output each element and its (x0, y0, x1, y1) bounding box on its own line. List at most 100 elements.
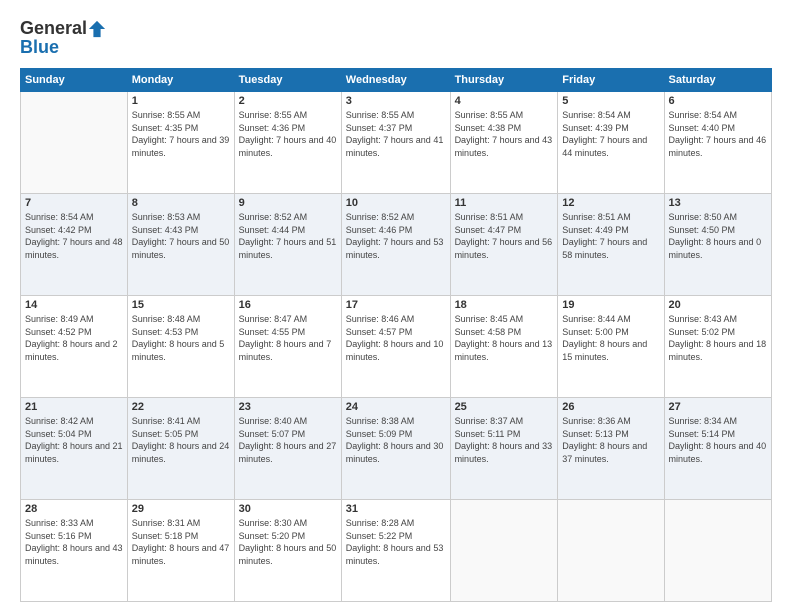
calendar-cell: 26 Sunrise: 8:36 AMSunset: 5:13 PMDayligh… (558, 398, 664, 500)
calendar-cell: 11 Sunrise: 8:51 AMSunset: 4:47 PMDayligh… (450, 194, 558, 296)
calendar-cell: 18 Sunrise: 8:45 AMSunset: 4:58 PMDayligh… (450, 296, 558, 398)
calendar-cell: 9 Sunrise: 8:52 AMSunset: 4:44 PMDaylight… (234, 194, 341, 296)
day-info: Sunrise: 8:54 AMSunset: 4:40 PMDaylight:… (669, 109, 767, 159)
day-info: Sunrise: 8:50 AMSunset: 4:50 PMDaylight:… (669, 211, 767, 261)
calendar-cell: 14 Sunrise: 8:49 AMSunset: 4:52 PMDayligh… (21, 296, 128, 398)
day-info: Sunrise: 8:41 AMSunset: 5:05 PMDaylight:… (132, 415, 230, 465)
calendar-cell: 6 Sunrise: 8:54 AMSunset: 4:40 PMDaylight… (664, 92, 771, 194)
day-info: Sunrise: 8:51 AMSunset: 4:47 PMDaylight:… (455, 211, 554, 261)
day-info: Sunrise: 8:54 AMSunset: 4:42 PMDaylight:… (25, 211, 123, 261)
calendar-cell: 17Sunrise: 8:46 AMSunset: 4:57 PMDayligh… (341, 296, 450, 398)
day-number: 11 (455, 197, 554, 209)
day-info: Sunrise: 8:30 AMSunset: 5:20 PMDaylight:… (239, 517, 337, 567)
logo-general: General (20, 18, 87, 39)
day-info: Sunrise: 8:36 AMSunset: 5:13 PMDaylight:… (562, 415, 659, 465)
day-number: 4 (455, 95, 554, 107)
day-header-wednesday: Wednesday (341, 69, 450, 92)
calendar-cell: 30Sunrise: 8:30 AMSunset: 5:20 PMDayligh… (234, 500, 341, 602)
day-info: Sunrise: 8:55 AMSunset: 4:38 PMDaylight:… (455, 109, 554, 159)
day-info: Sunrise: 8:47 AMSunset: 4:55 PMDaylight:… (239, 313, 337, 363)
calendar-cell: 7 Sunrise: 8:54 AMSunset: 4:42 PMDaylight… (21, 194, 128, 296)
day-number: 26 (562, 401, 659, 413)
day-info: Sunrise: 8:45 AMSunset: 4:58 PMDaylight:… (455, 313, 554, 363)
day-number: 18 (455, 299, 554, 311)
calendar-cell: 15 Sunrise: 8:48 AMSunset: 4:53 PMDayligh… (127, 296, 234, 398)
calendar-cell: 23Sunrise: 8:40 AMSunset: 5:07 PMDayligh… (234, 398, 341, 500)
day-number: 25 (455, 401, 554, 413)
calendar-cell: 28 Sunrise: 8:33 AMSunset: 5:16 PMDayligh… (21, 500, 128, 602)
calendar-cell: 27Sunrise: 8:34 AMSunset: 5:14 PMDayligh… (664, 398, 771, 500)
day-header-friday: Friday (558, 69, 664, 92)
day-number: 19 (562, 299, 659, 311)
calendar-cell: 29 Sunrise: 8:31 AMSunset: 5:18 PMDayligh… (127, 500, 234, 602)
day-info: Sunrise: 8:33 AMSunset: 5:16 PMDaylight:… (25, 517, 123, 567)
day-header-thursday: Thursday (450, 69, 558, 92)
calendar-cell: 1 Sunrise: 8:55 AMSunset: 4:35 PMDaylight… (127, 92, 234, 194)
day-number: 6 (669, 95, 767, 107)
calendar-cell (21, 92, 128, 194)
day-number: 29 (132, 503, 230, 515)
calendar-cell (664, 500, 771, 602)
logo-blue: Blue (20, 37, 59, 58)
day-number: 22 (132, 401, 230, 413)
day-number: 2 (239, 95, 337, 107)
calendar-cell (558, 500, 664, 602)
week-row-2: 7 Sunrise: 8:54 AMSunset: 4:42 PMDaylight… (21, 194, 772, 296)
calendar-cell: 16 Sunrise: 8:47 AMSunset: 4:55 PMDayligh… (234, 296, 341, 398)
calendar-cell: 8 Sunrise: 8:53 AMSunset: 4:43 PMDaylight… (127, 194, 234, 296)
week-row-3: 14 Sunrise: 8:49 AMSunset: 4:52 PMDayligh… (21, 296, 772, 398)
day-number: 31 (346, 503, 446, 515)
day-info: Sunrise: 8:55 AMSunset: 4:37 PMDaylight:… (346, 109, 446, 159)
calendar-cell: 21 Sunrise: 8:42 AMSunset: 5:04 PMDayligh… (21, 398, 128, 500)
day-header-monday: Monday (127, 69, 234, 92)
day-number: 21 (25, 401, 123, 413)
calendar-cell: 31 Sunrise: 8:28 AMSunset: 5:22 PMDayligh… (341, 500, 450, 602)
calendar-table: SundayMondayTuesdayWednesdayThursdayFrid… (20, 68, 772, 602)
calendar-cell: 24Sunrise: 8:38 AMSunset: 5:09 PMDayligh… (341, 398, 450, 500)
day-number: 14 (25, 299, 123, 311)
calendar-cell: 4 Sunrise: 8:55 AMSunset: 4:38 PMDaylight… (450, 92, 558, 194)
day-info: Sunrise: 8:52 AMSunset: 4:44 PMDaylight:… (239, 211, 337, 261)
day-number: 7 (25, 197, 123, 209)
day-number: 23 (239, 401, 337, 413)
day-info: Sunrise: 8:37 AMSunset: 5:11 PMDaylight:… (455, 415, 554, 465)
week-row-4: 21 Sunrise: 8:42 AMSunset: 5:04 PMDayligh… (21, 398, 772, 500)
day-number: 28 (25, 503, 123, 515)
day-number: 12 (562, 197, 659, 209)
day-number: 16 (239, 299, 337, 311)
week-row-1: 1 Sunrise: 8:55 AMSunset: 4:35 PMDaylight… (21, 92, 772, 194)
logo-icon (88, 20, 106, 38)
day-info: Sunrise: 8:49 AMSunset: 4:52 PMDaylight:… (25, 313, 123, 363)
day-info: Sunrise: 8:54 AMSunset: 4:39 PMDaylight:… (562, 109, 659, 159)
day-info: Sunrise: 8:43 AMSunset: 5:02 PMDaylight:… (669, 313, 767, 363)
day-number: 8 (132, 197, 230, 209)
day-number: 5 (562, 95, 659, 107)
calendar-cell: 3Sunrise: 8:55 AMSunset: 4:37 PMDaylight… (341, 92, 450, 194)
day-header-saturday: Saturday (664, 69, 771, 92)
day-info: Sunrise: 8:55 AMSunset: 4:35 PMDaylight:… (132, 109, 230, 159)
day-info: Sunrise: 8:51 AMSunset: 4:49 PMDaylight:… (562, 211, 659, 261)
day-header-tuesday: Tuesday (234, 69, 341, 92)
day-header-sunday: Sunday (21, 69, 128, 92)
calendar-cell (450, 500, 558, 602)
calendar-cell: 10Sunrise: 8:52 AMSunset: 4:46 PMDayligh… (341, 194, 450, 296)
day-info: Sunrise: 8:53 AMSunset: 4:43 PMDaylight:… (132, 211, 230, 261)
week-row-5: 28 Sunrise: 8:33 AMSunset: 5:16 PMDayligh… (21, 500, 772, 602)
day-number: 9 (239, 197, 337, 209)
calendar-cell: 13 Sunrise: 8:50 AMSunset: 4:50 PMDayligh… (664, 194, 771, 296)
calendar-cell: 19Sunrise: 8:44 AMSunset: 5:00 PMDayligh… (558, 296, 664, 398)
day-number: 13 (669, 197, 767, 209)
day-number: 17 (346, 299, 446, 311)
days-header-row: SundayMondayTuesdayWednesdayThursdayFrid… (21, 69, 772, 92)
day-info: Sunrise: 8:28 AMSunset: 5:22 PMDaylight:… (346, 517, 446, 567)
day-number: 15 (132, 299, 230, 311)
day-number: 27 (669, 401, 767, 413)
page-header: General Blue (20, 18, 772, 58)
day-info: Sunrise: 8:31 AMSunset: 5:18 PMDaylight:… (132, 517, 230, 567)
logo: General Blue (20, 18, 106, 58)
day-number: 1 (132, 95, 230, 107)
day-info: Sunrise: 8:48 AMSunset: 4:53 PMDaylight:… (132, 313, 230, 363)
calendar-cell: 20Sunrise: 8:43 AMSunset: 5:02 PMDayligh… (664, 296, 771, 398)
day-info: Sunrise: 8:42 AMSunset: 5:04 PMDaylight:… (25, 415, 123, 465)
calendar-cell: 5 Sunrise: 8:54 AMSunset: 4:39 PMDaylight… (558, 92, 664, 194)
